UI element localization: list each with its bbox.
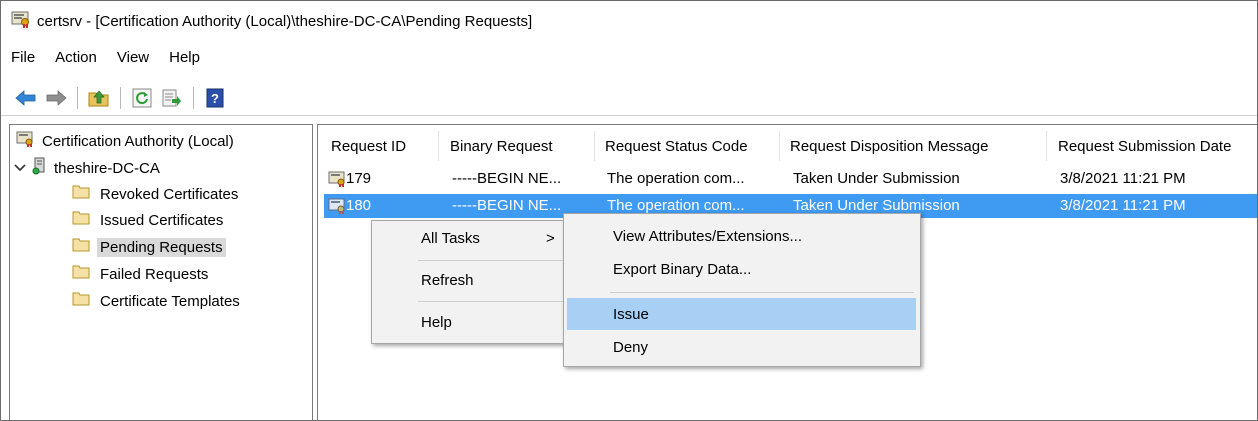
certification-authority-icon	[16, 131, 34, 151]
back-arrow-icon[interactable]	[13, 85, 39, 111]
menu-item-label: View Attributes/Extensions...	[613, 227, 802, 245]
tree-item-revoked-certificates[interactable]: Revoked Certificates	[72, 182, 238, 206]
tree-item-pending-requests[interactable]: Pending Requests	[72, 235, 226, 259]
mmc-window: certsrv - [Certification Authority (Loca…	[0, 0, 1258, 421]
svg-text:?: ?	[211, 91, 219, 106]
column-divider[interactable]	[438, 131, 439, 161]
toolbar-separator	[120, 87, 121, 109]
menu-item-help[interactable]: Help	[372, 307, 572, 337]
menu-item-label: Export Binary Data...	[613, 260, 752, 278]
all-tasks-submenu: View Attributes/Extensions... Export Bin…	[563, 213, 921, 367]
refresh-icon[interactable]	[129, 85, 155, 111]
menu-item-label: Refresh	[421, 271, 474, 289]
tree-root-label: Certification Authority (Local)	[42, 132, 234, 150]
menu-item-view-attributes[interactable]: View Attributes/Extensions...	[564, 221, 920, 251]
menu-file[interactable]: File	[11, 49, 35, 66]
cell-request-id: 179	[346, 170, 372, 187]
cell-submission-date: 3/8/2021 11:21 PM	[1060, 197, 1186, 214]
submenu-arrow-icon: >	[546, 229, 555, 247]
tree-item-label: Certificate Templates	[100, 292, 240, 310]
menu-item-export-binary-data[interactable]: Export Binary Data...	[564, 254, 920, 284]
window-title: certsrv - [Certification Authority (Loca…	[37, 12, 533, 30]
cell-disposition-message: Taken Under Submission	[793, 170, 960, 187]
tree-item-issued-certificates[interactable]: Issued Certificates	[72, 208, 223, 232]
column-header-request-id[interactable]: Request ID	[331, 133, 406, 159]
menu-item-label: Help	[421, 313, 452, 331]
column-header-request-disposition-message[interactable]: Request Disposition Message	[790, 133, 988, 159]
cell-binary-request: -----BEGIN NE...	[452, 197, 562, 214]
menu-separator	[418, 301, 566, 302]
folder-icon	[72, 238, 90, 256]
menu-bar: File Action View Help	[1, 43, 1257, 71]
folder-icon	[72, 292, 90, 310]
context-menu: All Tasks > Refresh Help	[371, 220, 573, 344]
tree-item-certificate-templates[interactable]: Certificate Templates	[72, 289, 240, 313]
menu-item-label: Deny	[613, 338, 649, 356]
column-header-request-status-code[interactable]: Request Status Code	[605, 133, 748, 159]
menu-separator	[418, 260, 566, 261]
tree-item-failed-requests[interactable]: Failed Requests	[72, 262, 208, 286]
certsrv-app-icon	[11, 10, 31, 32]
toolbar-separator	[193, 87, 194, 109]
menu-action[interactable]: Action	[55, 49, 97, 66]
help-icon[interactable]: ?	[202, 85, 228, 111]
tree-item-label: Revoked Certificates	[100, 185, 239, 203]
tree-ca-label: theshire-DC-CA	[54, 159, 160, 177]
menu-help[interactable]: Help	[169, 49, 200, 66]
column-divider[interactable]	[1046, 131, 1047, 161]
export-list-icon[interactable]	[159, 85, 185, 111]
menu-item-label: Issue	[613, 305, 649, 323]
up-folder-icon[interactable]	[86, 85, 112, 111]
menu-item-all-tasks[interactable]: All Tasks >	[372, 223, 572, 253]
folder-icon	[72, 185, 90, 203]
column-header-binary-request[interactable]: Binary Request	[450, 133, 553, 159]
menu-separator	[610, 292, 914, 293]
column-header-request-submission-date[interactable]: Request Submission Date	[1058, 133, 1231, 159]
pending-request-icon	[328, 171, 346, 191]
menu-item-deny[interactable]: Deny	[564, 332, 920, 362]
column-divider[interactable]	[779, 131, 780, 161]
menu-item-refresh[interactable]: Refresh	[372, 265, 572, 295]
tree-item-label: Failed Requests	[100, 265, 209, 283]
menu-view[interactable]: View	[117, 49, 149, 66]
ca-server-icon	[32, 157, 46, 179]
toolbar-separator	[77, 87, 78, 109]
title-bar: certsrv - [Certification Authority (Loca…	[1, 1, 1257, 41]
chevron-down-icon[interactable]	[14, 160, 26, 177]
toolbar: ?	[1, 81, 1257, 116]
cell-disposition-message: Taken Under Submission	[793, 197, 960, 214]
cell-binary-request: -----BEGIN NE...	[452, 170, 562, 187]
tree-ca-node[interactable]: theshire-DC-CA	[14, 156, 160, 180]
menu-item-label: All Tasks	[421, 229, 480, 247]
cell-status-code: The operation com...	[607, 170, 745, 187]
cell-submission-date: 3/8/2021 11:21 PM	[1060, 170, 1186, 187]
column-divider[interactable]	[594, 131, 595, 161]
tree-item-label: Issued Certificates	[100, 211, 224, 229]
folder-icon	[72, 265, 90, 283]
folder-icon	[72, 211, 90, 229]
pending-request-icon	[328, 198, 346, 218]
menu-item-issue[interactable]: Issue	[567, 298, 916, 330]
tree-item-label: Pending Requests	[97, 237, 226, 257]
forward-arrow-icon[interactable]	[43, 85, 69, 111]
tree-root[interactable]: Certification Authority (Local)	[16, 129, 234, 153]
table-row[interactable]: 179 -----BEGIN NE... The operation com..…	[324, 167, 1257, 191]
cell-status-code: The operation com...	[607, 197, 745, 214]
cell-request-id: 180	[346, 197, 372, 214]
console-tree: Certification Authority (Local) theshire…	[9, 124, 313, 420]
